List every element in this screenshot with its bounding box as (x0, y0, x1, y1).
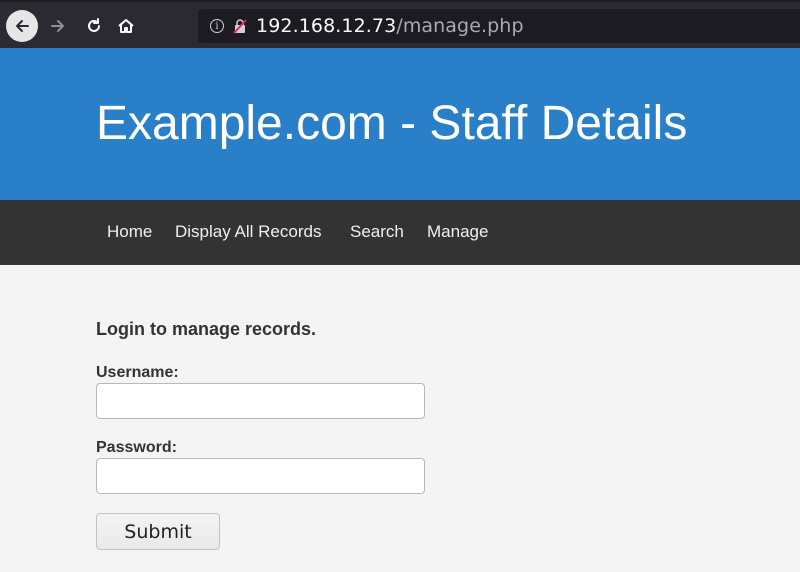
back-arrow-icon[interactable] (6, 10, 38, 42)
reload-icon[interactable] (78, 10, 110, 42)
password-label: Password: (96, 439, 177, 456)
nav-display-all-records-link[interactable]: Display All Records (175, 222, 321, 242)
password-field[interactable] (96, 458, 425, 494)
info-icon[interactable]: i (210, 19, 224, 33)
site-header: Example.com - Staff Details (0, 48, 800, 200)
home-icon[interactable] (110, 10, 142, 42)
site-title: Example.com - Staff Details (96, 97, 688, 150)
username-field[interactable] (96, 383, 425, 419)
url-host: 192.168.12.73 (256, 15, 397, 37)
nav-manage-link[interactable]: Manage (427, 222, 488, 242)
url-bar[interactable]: i 192.168.12.73/manage.php (198, 9, 800, 43)
username-label: Username: (96, 364, 179, 381)
nav-home-link[interactable]: Home (107, 222, 152, 242)
url-text[interactable]: 192.168.12.73/manage.php (256, 15, 524, 37)
login-heading: Login to manage records. (96, 319, 317, 339)
url-path: /manage.php (396, 15, 524, 37)
nav-search-link[interactable]: Search (350, 222, 404, 242)
browser-toolbar: i 192.168.12.73/manage.php (0, 0, 800, 48)
forward-arrow-icon[interactable] (42, 10, 74, 42)
submit-button[interactable]: Submit (96, 513, 220, 550)
insecure-lock-icon[interactable] (232, 18, 248, 34)
main-nav: Home Display All Records Search Manage (0, 200, 800, 265)
